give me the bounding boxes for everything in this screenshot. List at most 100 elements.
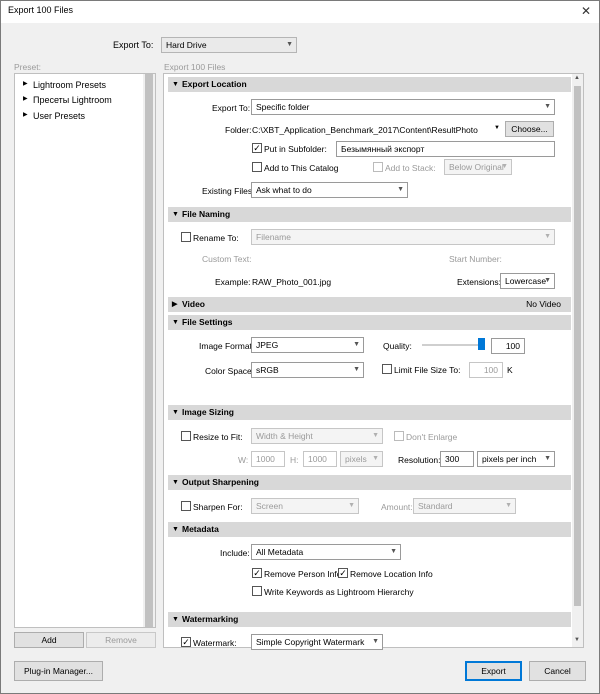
existing-files-label: Existing Files: <box>202 186 255 196</box>
add-to-catalog-checkbox[interactable] <box>252 162 262 172</box>
extensions-select[interactable]: Lowercase ▼ <box>500 273 555 289</box>
rename-to-label: Rename To: <box>193 233 239 243</box>
chevron-down-icon: ▼ <box>372 638 379 645</box>
export-to-select[interactable]: Hard Drive ▼ <box>161 37 297 53</box>
chevron-down-icon: ▼ <box>544 277 551 284</box>
section-title: Output Sharpening <box>182 477 259 487</box>
expand-arrow-icon: ▶ <box>172 301 178 308</box>
folder-history-icon[interactable]: ▼ <box>494 125 500 131</box>
rename-template-value: Filename <box>256 232 291 242</box>
quality-slider-thumb[interactable] <box>478 338 485 350</box>
example-label: Example: <box>215 277 251 287</box>
quality-label: Quality: <box>383 341 412 351</box>
collapse-arrow-icon: ▼ <box>172 319 179 326</box>
watermark-select[interactable]: Simple Copyright Watermark ▼ <box>251 634 383 650</box>
image-format-value: JPEG <box>256 340 279 350</box>
amount-select[interactable]: Standard ▼ <box>413 498 516 514</box>
preset-scrollbar-thumb[interactable] <box>145 74 153 627</box>
add-to-stack-label: Add to Stack: <box>385 163 436 173</box>
scroll-down-icon[interactable]: ▼ <box>574 637 580 643</box>
expand-arrow-icon[interactable]: ▶ <box>23 111 28 118</box>
section-output-sharpening[interactable]: ▼ Output Sharpening <box>168 475 571 490</box>
extensions-value: Lowercase <box>505 276 547 286</box>
quality-input[interactable]: 100 <box>491 338 525 354</box>
chevron-down-icon: ▼ <box>505 502 512 509</box>
include-metadata-select[interactable]: All Metadata ▼ <box>251 544 401 560</box>
close-icon[interactable]: ✕ <box>577 2 595 20</box>
sharpen-for-select[interactable]: Screen ▼ <box>251 498 359 514</box>
include-label: Include: <box>220 548 250 558</box>
resolution-input[interactable]: 300 <box>440 451 474 467</box>
remove-location-info-label: Remove Location Info <box>350 569 433 579</box>
quality-slider-track[interactable] <box>422 344 482 346</box>
export-button[interactable]: Export <box>465 661 522 681</box>
stack-position-select[interactable]: Below Original ▼ <box>444 159 512 175</box>
preset-item-user[interactable]: User Presets <box>33 111 85 121</box>
expand-arrow-icon[interactable]: ▶ <box>23 80 28 87</box>
chevron-down-icon: ▼ <box>353 341 360 348</box>
limit-file-size-input[interactable]: 100 <box>469 362 503 378</box>
resize-mode-select[interactable]: Width & Height ▼ <box>251 428 383 444</box>
scroll-up-icon[interactable]: ▲ <box>574 75 580 81</box>
resolution-label: Resolution: <box>398 455 441 465</box>
folder-label: Folder: <box>225 125 252 135</box>
export-to-folder-select[interactable]: Specific folder ▼ <box>251 99 555 115</box>
expand-arrow-icon[interactable]: ▶ <box>23 95 28 102</box>
rename-to-checkbox[interactable] <box>181 232 191 242</box>
settings-scrollbar-thumb[interactable] <box>574 86 581 606</box>
resize-to-fit-checkbox[interactable] <box>181 431 191 441</box>
remove-preset-button[interactable]: Remove <box>86 632 156 648</box>
color-space-label: Color Space: <box>205 366 255 376</box>
section-file-naming[interactable]: ▼ File Naming <box>168 207 571 222</box>
remove-person-info-checkbox[interactable]: ✓ <box>252 568 262 578</box>
color-space-select[interactable]: sRGB ▼ <box>251 362 364 378</box>
limit-file-size-checkbox[interactable] <box>382 364 392 374</box>
collapse-arrow-icon: ▼ <box>172 479 179 486</box>
collapse-arrow-icon: ▼ <box>172 211 179 218</box>
section-title: File Naming <box>182 209 231 219</box>
right-panel-title: Export 100 Files <box>164 62 226 72</box>
section-file-settings[interactable]: ▼ File Settings <box>168 315 571 330</box>
write-keywords-label: Write Keywords as Lightroom Hierarchy <box>264 587 414 597</box>
height-input[interactable]: 1000 <box>303 451 337 467</box>
width-input[interactable]: 1000 <box>251 451 285 467</box>
plugin-manager-button[interactable]: Plug-in Manager... <box>14 661 103 681</box>
section-video[interactable]: ▶ Video No Video <box>168 297 571 312</box>
dont-enlarge-checkbox[interactable] <box>394 431 404 441</box>
title-bar <box>1 1 599 23</box>
put-in-subfolder-label: Put in Subfolder: <box>264 144 327 154</box>
section-watermarking[interactable]: ▼ Watermarking <box>168 612 571 627</box>
color-space-value: sRGB <box>256 365 279 375</box>
watermark-label: Watermark: <box>193 638 237 648</box>
preset-item-lightroom-ru[interactable]: Пресеты Lightroom <box>33 95 112 105</box>
cancel-button[interactable]: Cancel <box>529 661 586 681</box>
remove-location-info-checkbox[interactable]: ✓ <box>338 568 348 578</box>
choose-folder-button[interactable]: Choose... <box>505 121 554 137</box>
section-export-location[interactable]: ▼ Export Location <box>168 77 571 92</box>
chevron-down-icon: ▼ <box>544 455 551 462</box>
chevron-down-icon: ▼ <box>501 163 508 170</box>
preset-item-lightroom[interactable]: Lightroom Presets <box>33 80 106 90</box>
folder-path: C:\XBT_Application_Benchmark_2017\Conten… <box>252 125 478 135</box>
watermark-checkbox[interactable]: ✓ <box>181 637 191 647</box>
write-keywords-checkbox[interactable] <box>252 586 262 596</box>
section-metadata[interactable]: ▼ Metadata <box>168 522 571 537</box>
subfolder-name-input[interactable]: Безымянный экспорт <box>336 141 555 157</box>
resolution-unit-select[interactable]: pixels per inch ▼ <box>477 451 555 467</box>
limit-file-size-label: Limit File Size To: <box>394 365 461 375</box>
put-in-subfolder-checkbox[interactable]: ✓ <box>252 143 262 153</box>
add-preset-button[interactable]: Add <box>14 632 84 648</box>
section-title: Video <box>182 299 205 309</box>
section-image-sizing[interactable]: ▼ Image Sizing <box>168 405 571 420</box>
preset-label: Preset: <box>14 62 41 72</box>
rename-template-select[interactable]: Filename ▼ <box>251 229 555 245</box>
existing-files-select[interactable]: Ask what to do ▼ <box>251 182 408 198</box>
add-to-stack-checkbox[interactable] <box>373 162 383 172</box>
sharpen-for-checkbox[interactable] <box>181 501 191 511</box>
watermark-value: Simple Copyright Watermark <box>256 637 365 647</box>
size-unit-select[interactable]: pixels ▼ <box>340 451 383 467</box>
image-format-select[interactable]: JPEG ▼ <box>251 337 364 353</box>
include-metadata-value: All Metadata <box>256 547 304 557</box>
stack-position-value: Below Original <box>449 162 504 172</box>
amount-value: Standard <box>418 501 453 511</box>
